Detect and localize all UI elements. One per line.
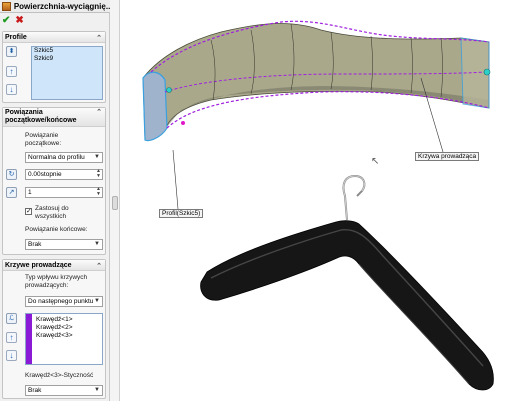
guide-color-swatch (26, 314, 32, 364)
tangency-value: Brak (28, 387, 42, 394)
spinner-icon[interactable]: ▲ ▼ (96, 187, 101, 197)
profile-group-header[interactable]: Profile ⌃ (3, 32, 105, 43)
chevron-down-icon: ▼ (94, 241, 100, 247)
influence-type-select[interactable]: Do następnego punktu ▼ (25, 296, 103, 307)
profile-sketch-start[interactable] (142, 71, 168, 142)
relations-group-header[interactable]: Powiązania początkowe/końcowe ⌃ (3, 108, 105, 127)
move-down-button[interactable]: ↓ (6, 350, 17, 361)
relations-group: Powiązania początkowe/końcowe ⌃ Powiązan… (2, 107, 106, 255)
guides-group: Krzywe prowadzące ⌃ Typ wpływu krzywych … (2, 259, 106, 399)
guide-curve-callout[interactable]: Krzywa prowadząca (415, 152, 480, 161)
relations-header-label: Powiązania początkowe/końcowe (5, 109, 77, 124)
angle-icon: ↻ (6, 169, 17, 180)
list-item[interactable]: Krawędź<2> (34, 324, 73, 332)
list-item[interactable]: Krawędź<1> (34, 316, 73, 324)
guide-endpoint-handle[interactable] (483, 68, 491, 76)
mouse-cursor-icon: ↖ (371, 156, 380, 167)
cancel-button[interactable]: ✖ (15, 15, 23, 27)
influence-type-value: Do następnego punktu (28, 298, 94, 305)
guides-header-label: Krzywe prowadzące (5, 262, 72, 269)
chevron-down-icon: ▼ (94, 154, 100, 160)
tangent-length-icon: ↗ (6, 187, 17, 198)
tangency-label: Krawędź<3>-Styczność (25, 372, 94, 379)
start-relation-label: Powiązanie początkowe: (25, 132, 62, 147)
list-item[interactable]: Szkic5 (32, 47, 102, 55)
profile-callout-leader (172, 149, 179, 210)
profile-callout[interactable]: Profil(Szkic5) (159, 209, 204, 218)
hanger-hook-highlight (343, 175, 365, 221)
profile-point-handle[interactable] (166, 87, 172, 93)
feature-titlebar: Powierzchnia-wyciągnię... (0, 0, 110, 13)
chevron-down-icon: ▼ (94, 297, 100, 306)
spinner-icon[interactable]: ▲ ▼ (96, 169, 101, 179)
profile-group: Profile ⌃ ⬍ ↑ ↓ Szkic5 Szkic9 (2, 31, 106, 103)
guide-point-marker[interactable] (181, 121, 185, 125)
confirm-row: ✔ ✖ (2, 15, 24, 27)
move-down-button[interactable]: ↓ (6, 84, 17, 95)
property-manager: Powierzchnia-wyciągnię... ✔ ✖ Profile ⌃ … (0, 0, 110, 401)
list-item[interactable]: Krawędź<3> (34, 332, 73, 340)
collapse-icon[interactable]: ⌃ (96, 109, 102, 117)
panel-splitter[interactable] (110, 0, 120, 401)
start-relation-select[interactable]: Normalna do profilu ▼ (25, 152, 103, 163)
end-relation-select[interactable]: Brak ▼ (25, 239, 103, 250)
apply-all-checkbox[interactable]: ✓ (25, 208, 32, 215)
hanger-body (200, 220, 494, 391)
tangent-length-value: 1 (28, 189, 32, 196)
loft-surface[interactable] (142, 23, 490, 141)
collapse-icon[interactable]: ⌃ (96, 261, 102, 272)
chevron-down-icon: ▼ (94, 387, 100, 393)
loft-feature-icon (2, 1, 11, 11)
tangent-length-input[interactable]: 1 ▲ ▼ (25, 187, 103, 198)
profile-header-label: Profile (5, 34, 27, 41)
guides-group-header[interactable]: Krzywe prowadzące ⌃ (3, 260, 105, 271)
viewport-canvas (142, 20, 494, 391)
end-relation-value: Brak (28, 241, 42, 248)
ok-button[interactable]: ✔ (2, 15, 10, 27)
influence-type-label: Typ wpływu krzywych prowadzących: (25, 274, 88, 289)
list-item[interactable]: Szkic9 (32, 55, 102, 63)
guide-curve-selection-icon: ℒ (6, 313, 17, 324)
start-relation-value: Normalna do profilu (28, 154, 85, 161)
graphics-viewport[interactable]: Krzywa prowadząca Profil(Szkic5) ↖ (121, 0, 512, 401)
collapse-icon[interactable]: ⌃ (96, 33, 102, 44)
end-relation-label: Powiązanie końcowe: (25, 226, 88, 233)
apply-all-label: Zastosuj do wszystkich (35, 205, 69, 220)
profile-selection-icon: ⬍ (6, 46, 17, 57)
splitter-grip-icon[interactable] (112, 196, 118, 210)
tangency-select[interactable]: Brak ▼ (25, 385, 103, 396)
feature-title: Powierzchnia-wyciągnię... (13, 1, 110, 11)
move-up-button[interactable]: ↑ (6, 66, 17, 77)
guide-curve-list[interactable]: Krawędź<1> Krawędź<2> Krawędź<3> (25, 313, 103, 365)
profile-list[interactable]: Szkic5 Szkic9 (31, 46, 103, 100)
angle-input[interactable]: 0.00stopnie ▲ ▼ (25, 169, 103, 180)
angle-value: 0.00stopnie (28, 171, 62, 178)
move-up-button[interactable]: ↑ (6, 332, 17, 343)
